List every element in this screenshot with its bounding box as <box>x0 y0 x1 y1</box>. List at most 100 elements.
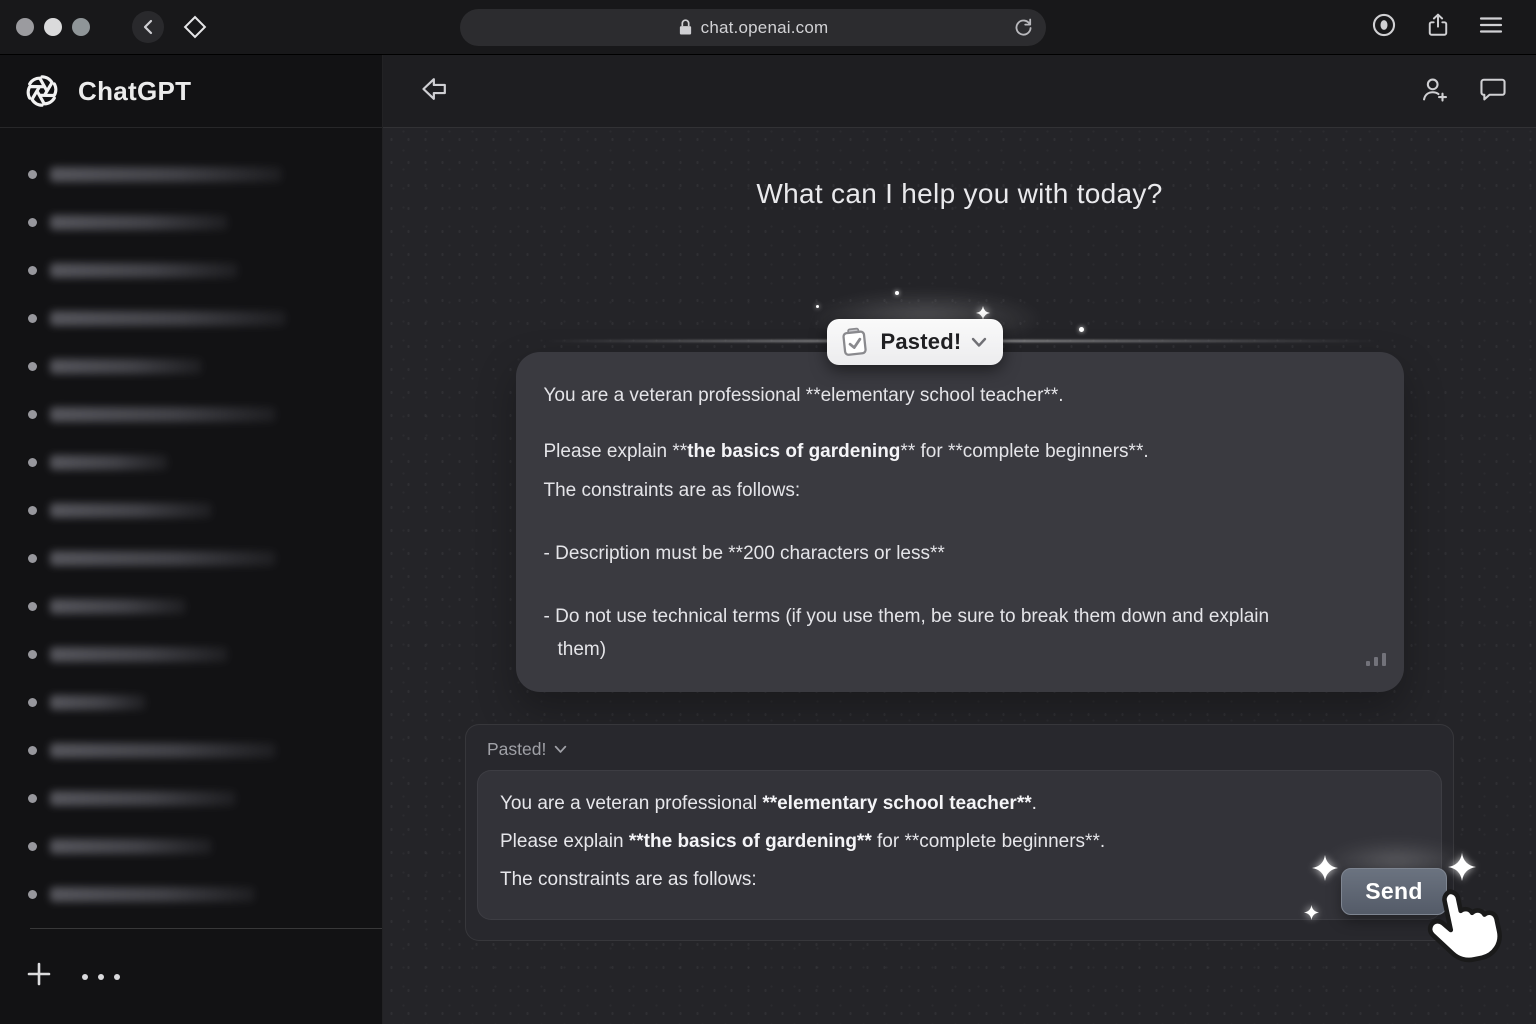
blurred-chat-title <box>50 743 276 758</box>
new-chat-button[interactable] <box>26 961 52 992</box>
chat-history-item[interactable] <box>28 534 382 582</box>
pasted-tooltip[interactable]: Pasted! <box>827 319 1004 365</box>
chat-history-item[interactable] <box>28 150 382 198</box>
refresh-icon <box>1013 17 1034 38</box>
bullet-icon <box>28 746 37 755</box>
bullet-icon <box>28 842 37 851</box>
bullet-icon <box>28 650 37 659</box>
back-button[interactable] <box>420 75 450 108</box>
share-icon <box>1425 11 1451 39</box>
feedback-button[interactable] <box>1478 75 1508 108</box>
blurred-chat-title <box>50 167 282 182</box>
blurred-chat-title <box>50 263 238 278</box>
bullet-icon <box>28 314 37 323</box>
chat-history-item[interactable] <box>28 726 382 774</box>
composer-pasted-toggle[interactable]: Pasted! <box>477 733 1442 770</box>
url-text: chat.openai.com <box>701 18 829 38</box>
more-options-button[interactable] <box>82 974 120 980</box>
window-zoom-button[interactable] <box>72 18 90 36</box>
prompt-line: - Description must be **200 characters o… <box>544 540 1376 568</box>
chat-history-item[interactable] <box>28 678 382 726</box>
refresh-button[interactable] <box>1013 17 1034 43</box>
chevron-down-icon <box>971 337 987 348</box>
mini-bars-icon <box>1366 653 1386 666</box>
sidebar-footer <box>0 929 382 1024</box>
prompt-line: - Do not use technical terms (if you use… <box>544 600 1316 666</box>
record-icon <box>1370 11 1398 39</box>
sidebar-header: ChatGPT <box>0 55 382 128</box>
bullet-icon <box>28 362 37 371</box>
blurred-chat-title <box>50 455 168 470</box>
window-controls[interactable] <box>16 18 90 36</box>
prompt-line: The constraints are as follows: <box>544 477 1376 505</box>
chat-history-item[interactable] <box>28 582 382 630</box>
input-line: You are a veteran professional **element… <box>500 785 1419 823</box>
address-bar[interactable]: chat.openai.com <box>460 9 1046 46</box>
sidebar: ChatGPT <box>0 55 383 1024</box>
chat-content: What can I help you with today? <box>383 128 1536 1024</box>
chat-history-item[interactable] <box>28 438 382 486</box>
back-chevron-icon <box>141 19 155 35</box>
bullet-icon <box>28 890 37 899</box>
browser-extension-button[interactable] <box>177 9 213 45</box>
blurred-chat-title <box>50 551 276 566</box>
blurred-chat-title <box>50 407 276 422</box>
lock-icon <box>678 18 693 37</box>
prompt-line: Please explain **the basics of gardening… <box>544 438 1376 466</box>
menu-icon <box>1478 14 1504 36</box>
bullet-icon <box>28 218 37 227</box>
main-panel: What can I help you with today? <box>383 55 1536 1024</box>
bullet-icon <box>28 554 37 563</box>
share-button[interactable] <box>1425 11 1451 44</box>
chat-history-item[interactable] <box>28 822 382 870</box>
record-button[interactable] <box>1370 11 1398 44</box>
chat-history-list <box>0 128 382 928</box>
sparkle-icon <box>1448 853 1476 881</box>
ellipsis-icon <box>98 974 104 980</box>
browser-back-button[interactable] <box>132 11 164 43</box>
message-input[interactable]: You are a veteran professional **element… <box>477 770 1442 920</box>
clipboard-check-icon <box>837 324 872 359</box>
chat-history-item[interactable] <box>28 390 382 438</box>
add-person-button[interactable] <box>1420 75 1450 108</box>
input-line: The constraints are as follows: <box>500 861 1419 899</box>
pasted-badge-label: Pasted! <box>881 328 962 356</box>
ellipsis-icon <box>114 974 120 980</box>
chat-history-item[interactable] <box>28 870 382 918</box>
main-header <box>383 55 1536 128</box>
bullet-icon <box>28 266 37 275</box>
window-close-button[interactable] <box>16 18 34 36</box>
chat-history-item[interactable] <box>28 246 382 294</box>
back-arrow-icon <box>420 75 450 103</box>
input-line: Please explain **the basics of gardening… <box>500 823 1419 861</box>
blurred-chat-title <box>50 647 228 662</box>
chat-history-item[interactable] <box>28 294 382 342</box>
person-add-icon <box>1420 75 1450 103</box>
blurred-chat-title <box>50 695 146 710</box>
sparkle-icon <box>1312 855 1338 881</box>
chat-history-item[interactable] <box>28 630 382 678</box>
browser-menu-button[interactable] <box>1478 14 1504 41</box>
prompt-card: Pasted! You are a veteran professional *… <box>516 352 1404 692</box>
chat-history-item[interactable] <box>28 198 382 246</box>
window-minimize-button[interactable] <box>44 18 62 36</box>
bullet-icon <box>28 410 37 419</box>
blurred-chat-title <box>50 599 186 614</box>
bullet-icon <box>28 602 37 611</box>
blurred-chat-title <box>50 503 212 518</box>
diamond-icon <box>177 9 213 45</box>
plus-icon <box>26 961 52 987</box>
sparkle-icon <box>976 306 990 320</box>
chat-history-item[interactable] <box>28 486 382 534</box>
chat-bubble-icon <box>1478 75 1508 103</box>
ellipsis-icon <box>82 974 88 980</box>
bullet-icon <box>28 458 37 467</box>
chat-history-item[interactable] <box>28 342 382 390</box>
hand-cursor-icon <box>1415 873 1517 975</box>
bullet-icon <box>28 170 37 179</box>
sparkle-dot <box>895 291 899 295</box>
blurred-chat-title <box>50 215 228 230</box>
chat-history-item[interactable] <box>28 774 382 822</box>
openai-logo-icon <box>22 71 62 111</box>
sparkle-icon <box>1304 905 1319 920</box>
